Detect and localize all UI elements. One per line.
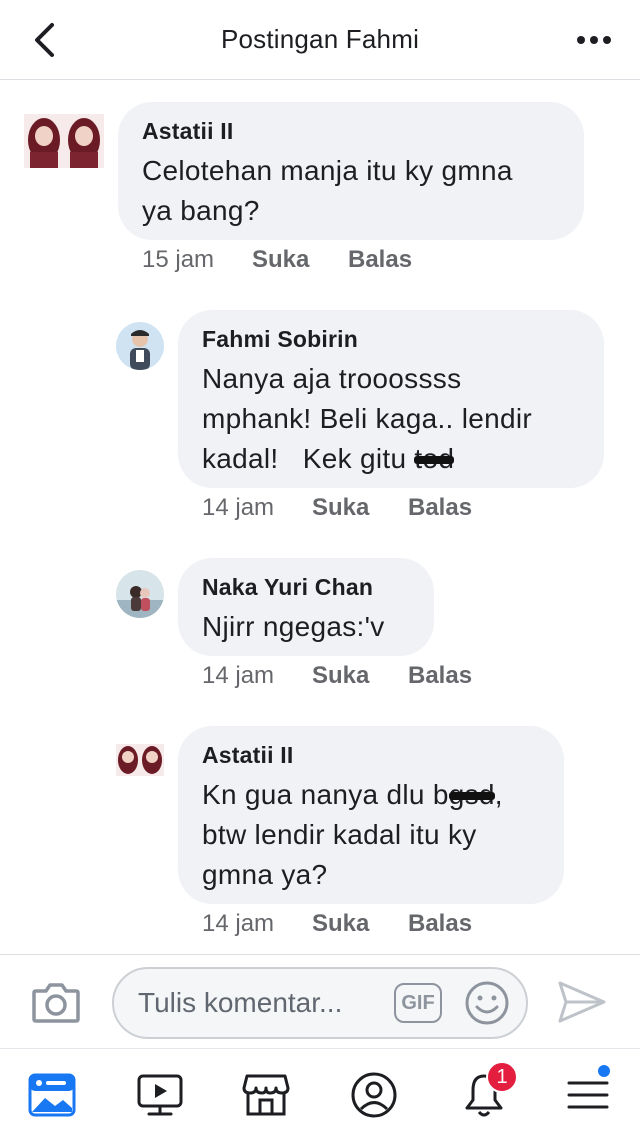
gif-button[interactable]: GIF [394,983,442,1023]
comment-author[interactable]: Fahmi Sobirin [202,326,580,353]
tab-news-feed[interactable] [24,1067,80,1123]
menu-indicator-dot [596,1063,612,1079]
page-title: Postingan Fahmi [220,24,420,54]
reply-button[interactable]: Balas [408,662,472,690]
redacted-text: tod [414,439,455,479]
hamburger-menu-icon [567,1081,609,1109]
comment-input-placeholder: Tulis komentar... [138,987,343,1018]
comment-text-line: mphank! Beli kaga.. lendir [202,403,532,434]
profile-photo-icon [116,570,164,618]
comment-text-line: Kn gua nanya dlu bgsd, [202,775,540,815]
profile-photo-icon [116,322,164,370]
storefront-icon [242,1074,290,1116]
avatar[interactable] [24,114,104,168]
comment-text-segment: , [494,779,503,810]
comment-author[interactable]: Astatii II [202,742,540,769]
news-feed-icon [28,1073,76,1117]
reply-button[interactable]: Balas [408,910,472,938]
comment-text-line: ya bang? [142,195,260,226]
avatar[interactable] [116,570,164,618]
comment-text-line: Celotehan manja itu ky gmna [142,155,513,186]
video-play-icon [137,1074,183,1116]
comment-text-line: Nanya aja trooossss [202,363,462,394]
redacted-text: gsd [448,775,495,815]
comment-bubble[interactable]: Astatii II Celotehan manja itu ky gmna y… [118,102,584,240]
send-button[interactable] [556,977,608,1027]
more-options-button[interactable] [572,24,616,56]
comment-text-line: gmna ya? [202,859,328,890]
profile-icon [351,1072,397,1118]
comment-author[interactable]: Astatii II [142,118,560,145]
tab-marketplace[interactable] [238,1067,294,1123]
camera-icon [32,983,80,1023]
comment-time: 14 jam [202,662,275,689]
like-button[interactable]: Suka [312,494,408,522]
comment-bubble[interactable]: Astatii II Kn gua nanya dlu bgsd, btw le… [178,726,564,904]
comment-time: 15 jam [142,246,215,273]
profile-photo-icon [116,744,164,776]
comment-actions: 15 jam Suka Balas [142,246,412,274]
tab-profile[interactable] [346,1067,402,1123]
comment-actions: 14 jam Suka Balas [202,494,472,522]
comment-text: Njirr ngegas:'v [202,607,410,647]
like-button[interactable]: Suka [252,246,348,274]
comment-text-line: btw lendir kadal itu ky [202,819,477,850]
avatar[interactable] [116,322,164,370]
tab-menu[interactable] [560,1063,616,1123]
comment-text: Kn gua nanya dlu bgsd, btw lendir kadal … [202,775,540,895]
bottom-tab-bar: 1 [0,1048,640,1136]
comment-text-line: kadal! Kek gitu tod [202,439,580,479]
comment-text-line: Njirr ngegas:'v [202,611,385,642]
comment-text-segment: kadal! Kek gitu [202,443,415,474]
comment-actions: 14 jam Suka Balas [202,662,472,690]
tab-watch[interactable] [132,1067,188,1123]
comment-composer: Tulis komentar... GIF [0,954,640,1048]
ellipsis-icon [577,36,611,44]
comment-bubble[interactable]: Fahmi Sobirin Nanya aja trooossss mphank… [178,310,604,488]
notification-badge: 1 [486,1061,518,1093]
comment-text: Celotehan manja itu ky gmna ya bang? [142,151,560,231]
comment-text: Nanya aja trooossss mphank! Beli kaga.. … [202,359,580,479]
like-button[interactable]: Suka [312,910,408,938]
smiley-icon [465,981,509,1025]
profile-photo-icon [24,114,104,168]
top-bar: Postingan Fahmi [0,0,640,80]
comment-text-segment: Kn gua nanya dlu b [202,779,449,810]
comment-input[interactable]: Tulis komentar... GIF [112,967,528,1039]
comment-time: 14 jam [202,910,275,937]
like-button[interactable]: Suka [312,662,408,690]
comment-bubble[interactable]: Naka Yuri Chan Njirr ngegas:'v [178,558,434,656]
comment-time: 14 jam [202,494,275,521]
camera-button[interactable] [30,979,82,1027]
send-icon [558,981,606,1023]
comment-actions: 14 jam Suka Balas [202,910,472,938]
tab-notifications[interactable]: 1 [456,1061,518,1123]
comment-author[interactable]: Naka Yuri Chan [202,574,410,601]
avatar[interactable] [116,744,164,776]
reply-button[interactable]: Balas [408,494,472,522]
emoji-button[interactable] [464,980,510,1026]
reply-button[interactable]: Balas [348,246,412,274]
